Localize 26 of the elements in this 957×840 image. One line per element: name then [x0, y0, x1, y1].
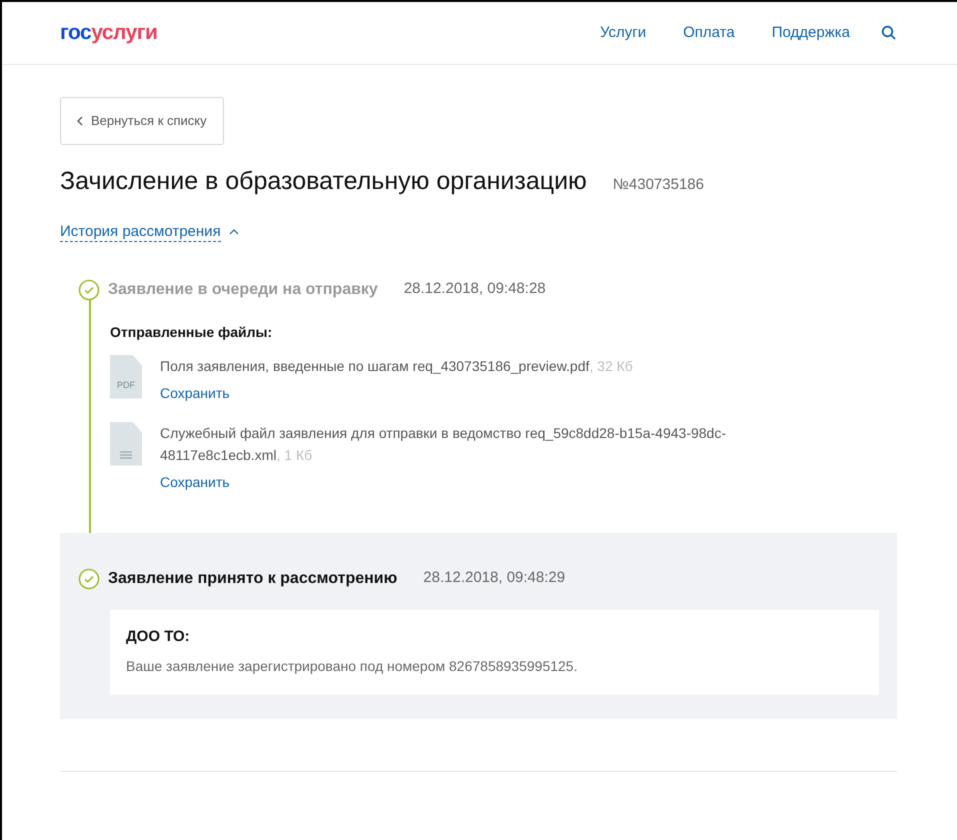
step-time: 28.12.2018, 09:48:29: [423, 568, 566, 588]
logo[interactable]: госуслуги: [60, 17, 158, 49]
pdf-file-icon: PDF: [110, 354, 142, 398]
back-button[interactable]: Вернуться к списку: [60, 97, 224, 145]
save-link[interactable]: Сохранить: [160, 382, 230, 404]
message-heading: ДОО ТО:: [126, 626, 191, 646]
step-title: Заявление принято к рассмотрению: [108, 568, 398, 588]
nav-link[interactable]: Услуги: [600, 22, 646, 44]
nav-link[interactable]: Поддержка: [772, 22, 850, 44]
message-text: Ваше заявление зарегистрировано под номером 8267858935995125.: [126, 657, 578, 676]
file-name: Поля заявления, введенные по шагам req_430735186_preview.pdf, 32 Кб: [160, 356, 633, 376]
file-name: Служебный файл заявления для отправки в ведомство req_59c8dd28-b15a-4943-98dc-48117e8c1ecb.xml, 1 Кб: [160, 424, 727, 464]
nav-link[interactable]: Оплата: [683, 22, 735, 44]
step-time: 28.12.2018, 09:48:28: [404, 279, 546, 300]
page-title: Зачисление в образовательную организацию: [60, 166, 587, 197]
check-circle-icon: [78, 278, 100, 300]
order-number: №430735186: [612, 175, 704, 195]
check-circle-icon: [78, 568, 100, 590]
history-link[interactable]: История рассмотрения: [60, 222, 221, 242]
files-heading: Отправленные файлы:: [110, 322, 274, 342]
step-title: Заявление в очереди на отправку: [108, 280, 378, 300]
search-icon[interactable]: [881, 25, 897, 41]
chevron-left-icon: [77, 116, 83, 126]
document-file-icon: [110, 422, 142, 466]
chevron-up-icon[interactable]: [228, 229, 239, 235]
save-link[interactable]: Сохранить: [160, 472, 230, 492]
